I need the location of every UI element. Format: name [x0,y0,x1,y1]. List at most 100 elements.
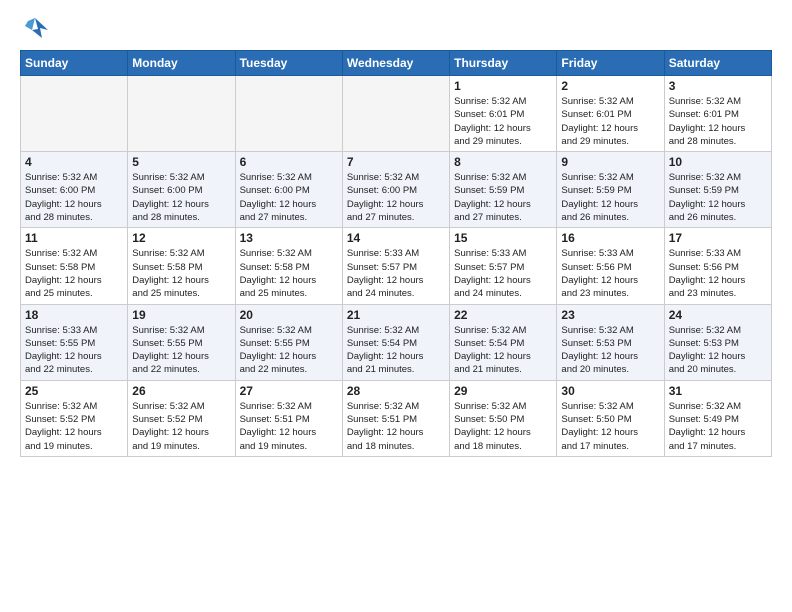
day-number: 7 [347,155,445,169]
day-info: Sunrise: 5:33 AM Sunset: 5:57 PM Dayligh… [454,247,552,300]
calendar-cell: 9 Sunrise: 5:32 AM Sunset: 5:59 PM Daylig… [557,152,664,228]
week-row-4: 18 Sunrise: 5:33 AM Sunset: 5:55 PM Dayli… [21,304,772,380]
calendar-cell: 1 Sunrise: 5:32 AM Sunset: 6:01 PM Daylig… [450,76,557,152]
day-info: Sunrise: 5:33 AM Sunset: 5:56 PM Dayligh… [561,247,659,300]
calendar-cell: 21 Sunrise: 5:32 AM Sunset: 5:54 PM Dayli… [342,304,449,380]
calendar-cell: 27 Sunrise: 5:32 AM Sunset: 5:51 PM Dayli… [235,380,342,456]
day-number: 26 [132,384,230,398]
day-number: 28 [347,384,445,398]
day-number: 10 [669,155,767,169]
day-info: Sunrise: 5:32 AM Sunset: 5:59 PM Dayligh… [669,171,767,224]
day-info: Sunrise: 5:32 AM Sunset: 5:49 PM Dayligh… [669,400,767,453]
weekday-header-friday: Friday [557,51,664,76]
day-number: 5 [132,155,230,169]
day-number: 23 [561,308,659,322]
calendar-cell: 30 Sunrise: 5:32 AM Sunset: 5:50 PM Dayli… [557,380,664,456]
day-info: Sunrise: 5:32 AM Sunset: 5:50 PM Dayligh… [561,400,659,453]
day-info: Sunrise: 5:32 AM Sunset: 6:00 PM Dayligh… [347,171,445,224]
weekday-header-tuesday: Tuesday [235,51,342,76]
calendar-cell: 24 Sunrise: 5:32 AM Sunset: 5:53 PM Dayli… [664,304,771,380]
day-number: 2 [561,79,659,93]
calendar-cell: 23Sunrise: 5:32 AM Sunset: 5:53 PM Dayli… [557,304,664,380]
calendar-table: SundayMondayTuesdayWednesdayThursdayFrid… [20,50,772,457]
day-number: 14 [347,231,445,245]
weekday-header-monday: Monday [128,51,235,76]
logo-icon [20,16,50,42]
day-info: Sunrise: 5:32 AM Sunset: 5:52 PM Dayligh… [25,400,123,453]
day-info: Sunrise: 5:33 AM Sunset: 5:56 PM Dayligh… [669,247,767,300]
day-info: Sunrise: 5:32 AM Sunset: 6:00 PM Dayligh… [132,171,230,224]
day-number: 12 [132,231,230,245]
calendar-cell [342,76,449,152]
page-header [20,16,772,42]
calendar-cell: 10 Sunrise: 5:32 AM Sunset: 5:59 PM Dayli… [664,152,771,228]
day-number: 29 [454,384,552,398]
calendar-cell: 18 Sunrise: 5:33 AM Sunset: 5:55 PM Dayli… [21,304,128,380]
calendar-cell: 20Sunrise: 5:32 AM Sunset: 5:55 PM Dayli… [235,304,342,380]
day-info: Sunrise: 5:33 AM Sunset: 5:55 PM Dayligh… [25,324,123,377]
calendar-cell: 22 Sunrise: 5:32 AM Sunset: 5:54 PM Dayli… [450,304,557,380]
day-number: 16 [561,231,659,245]
calendar-cell: 14Sunrise: 5:33 AM Sunset: 5:57 PM Dayli… [342,228,449,304]
weekday-header-wednesday: Wednesday [342,51,449,76]
calendar-cell: 12 Sunrise: 5:32 AM Sunset: 5:58 PM Dayli… [128,228,235,304]
day-number: 19 [132,308,230,322]
calendar-cell: 26 Sunrise: 5:32 AM Sunset: 5:52 PM Dayli… [128,380,235,456]
day-info: Sunrise: 5:32 AM Sunset: 6:01 PM Dayligh… [454,95,552,148]
day-info: Sunrise: 5:32 AM Sunset: 5:54 PM Dayligh… [347,324,445,377]
calendar-cell: 7 Sunrise: 5:32 AM Sunset: 6:00 PM Daylig… [342,152,449,228]
calendar-cell [235,76,342,152]
calendar-cell: 2 Sunrise: 5:32 AM Sunset: 6:01 PM Daylig… [557,76,664,152]
day-info: Sunrise: 5:32 AM Sunset: 5:50 PM Dayligh… [454,400,552,453]
day-info: Sunrise: 5:32 AM Sunset: 5:58 PM Dayligh… [25,247,123,300]
day-number: 31 [669,384,767,398]
calendar-cell [128,76,235,152]
day-info: Sunrise: 5:32 AM Sunset: 6:00 PM Dayligh… [240,171,338,224]
day-number: 21 [347,308,445,322]
calendar-cell: 6 Sunrise: 5:32 AM Sunset: 6:00 PM Daylig… [235,152,342,228]
day-info: Sunrise: 5:32 AM Sunset: 5:52 PM Dayligh… [132,400,230,453]
day-info: Sunrise: 5:32 AM Sunset: 5:54 PM Dayligh… [454,324,552,377]
day-number: 3 [669,79,767,93]
day-info: Sunrise: 5:32 AM Sunset: 6:01 PM Dayligh… [561,95,659,148]
week-row-1: 1 Sunrise: 5:32 AM Sunset: 6:01 PM Daylig… [21,76,772,152]
weekday-header-row: SundayMondayTuesdayWednesdayThursdayFrid… [21,51,772,76]
day-number: 22 [454,308,552,322]
calendar-cell: 31 Sunrise: 5:32 AM Sunset: 5:49 PM Dayli… [664,380,771,456]
week-row-3: 11 Sunrise: 5:32 AM Sunset: 5:58 PM Dayli… [21,228,772,304]
day-info: Sunrise: 5:32 AM Sunset: 5:59 PM Dayligh… [454,171,552,224]
day-number: 9 [561,155,659,169]
calendar-cell: 19 Sunrise: 5:32 AM Sunset: 5:55 PM Dayli… [128,304,235,380]
calendar-cell: 29 Sunrise: 5:32 AM Sunset: 5:50 PM Dayli… [450,380,557,456]
calendar-cell: 8 Sunrise: 5:32 AM Sunset: 5:59 PM Daylig… [450,152,557,228]
day-number: 18 [25,308,123,322]
calendar-cell: 16 Sunrise: 5:33 AM Sunset: 5:56 PM Dayli… [557,228,664,304]
weekday-header-thursday: Thursday [450,51,557,76]
day-info: Sunrise: 5:32 AM Sunset: 5:53 PM Dayligh… [669,324,767,377]
day-number: 24 [669,308,767,322]
day-number: 25 [25,384,123,398]
weekday-header-sunday: Sunday [21,51,128,76]
day-number: 8 [454,155,552,169]
day-number: 1 [454,79,552,93]
day-info: Sunrise: 5:32 AM Sunset: 5:58 PM Dayligh… [132,247,230,300]
calendar-cell: 3 Sunrise: 5:32 AM Sunset: 6:01 PM Daylig… [664,76,771,152]
calendar-cell [21,76,128,152]
calendar-cell: 13Sunrise: 5:32 AM Sunset: 5:58 PM Dayli… [235,228,342,304]
day-number: 30 [561,384,659,398]
day-info: Sunrise: 5:32 AM Sunset: 5:51 PM Dayligh… [347,400,445,453]
day-number: 13 [240,231,338,245]
day-info: Sunrise: 5:32 AM Sunset: 5:59 PM Dayligh… [561,171,659,224]
day-number: 6 [240,155,338,169]
day-info: Sunrise: 5:32 AM Sunset: 6:01 PM Dayligh… [669,95,767,148]
day-info: Sunrise: 5:32 AM Sunset: 5:55 PM Dayligh… [132,324,230,377]
calendar-cell: 28 Sunrise: 5:32 AM Sunset: 5:51 PM Dayli… [342,380,449,456]
day-number: 27 [240,384,338,398]
day-number: 17 [669,231,767,245]
week-row-2: 4Sunrise: 5:32 AM Sunset: 6:00 PM Daylig… [21,152,772,228]
logo [20,16,54,42]
calendar-cell: 17 Sunrise: 5:33 AM Sunset: 5:56 PM Dayli… [664,228,771,304]
day-info: Sunrise: 5:32 AM Sunset: 5:51 PM Dayligh… [240,400,338,453]
day-number: 11 [25,231,123,245]
day-info: Sunrise: 5:32 AM Sunset: 5:55 PM Dayligh… [240,324,338,377]
